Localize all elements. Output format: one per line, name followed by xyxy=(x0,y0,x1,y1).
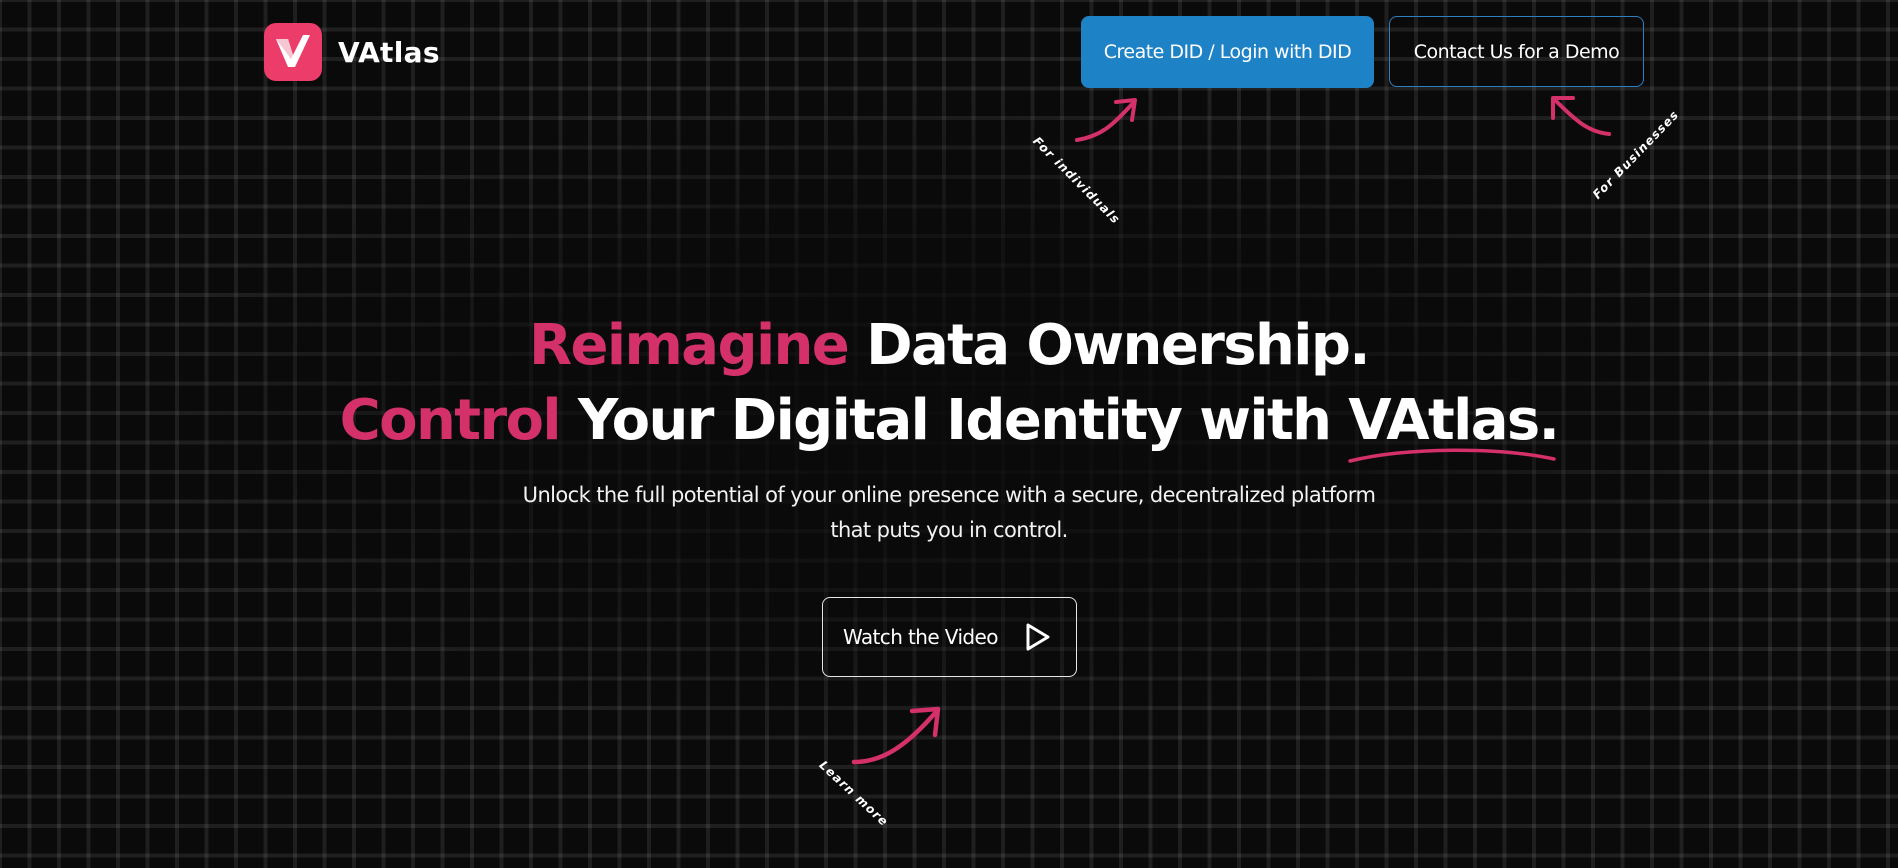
hero-title-line-1: Reimagine Data Ownership. xyxy=(0,318,1898,374)
hero-accent-control: Control xyxy=(339,388,562,453)
play-icon xyxy=(1026,623,1050,651)
hero-line-1-rest: Data Ownership. xyxy=(866,313,1370,378)
v-check-logo-icon xyxy=(264,23,322,81)
hero-line-2-rest: Your Digital Identity with xyxy=(577,388,1332,453)
hero-accent-reimagine: Reimagine xyxy=(529,313,850,378)
hand-drawn-arrow-icon xyxy=(851,706,941,765)
create-did-login-button[interactable]: Create DID / Login with DID xyxy=(1081,16,1374,88)
hero-brand-word: VAtlas. xyxy=(1348,393,1560,463)
watch-video-label: Watch the Video xyxy=(843,625,998,649)
brand-name: VAtlas xyxy=(338,35,440,69)
contact-demo-button[interactable]: Contact Us for a Demo xyxy=(1389,16,1644,87)
hero-brand-text: VAtlas xyxy=(1348,388,1540,453)
hand-drawn-arrow-icon xyxy=(1551,96,1611,136)
brand-underline-squiggle xyxy=(1348,448,1557,463)
hero-subtitle: Unlock the full potential of your online… xyxy=(522,483,1376,542)
brand-logo-link[interactable]: VAtlas xyxy=(264,22,440,82)
hero-brand-period: . xyxy=(1538,388,1560,453)
note-for-individuals: For individuals xyxy=(1030,134,1124,227)
watch-video-button[interactable]: Watch the Video xyxy=(822,597,1077,677)
hero-title-line-2: Control Your Digital Identity with VAtla… xyxy=(0,393,1898,463)
hand-drawn-arrow-icon xyxy=(1075,98,1137,142)
